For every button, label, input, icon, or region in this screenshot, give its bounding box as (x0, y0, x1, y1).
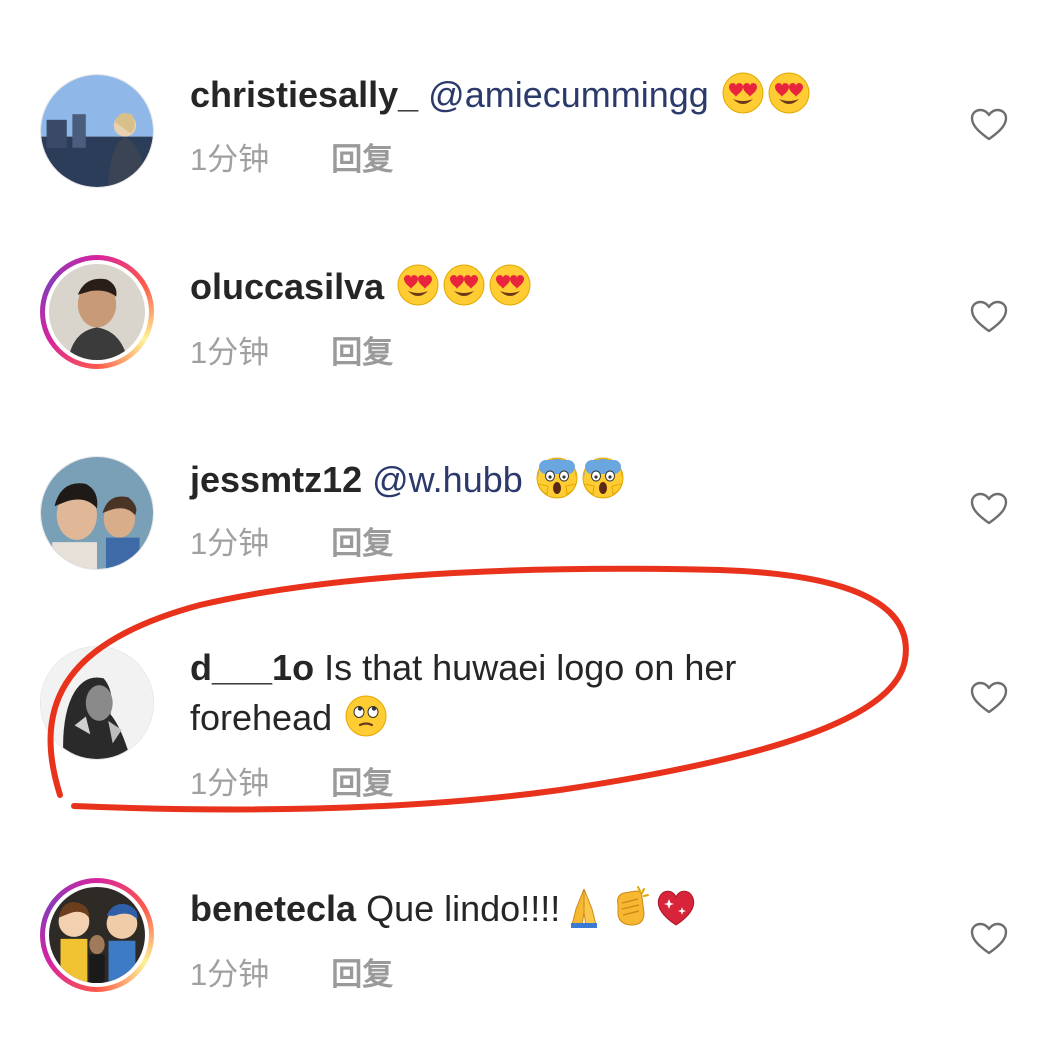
heart-eyes-emoji (442, 263, 486, 307)
clapping-hands-emoji (608, 885, 652, 929)
like-heart-icon[interactable] (970, 922, 1008, 956)
avatar-photo (49, 264, 145, 360)
reply-button[interactable]: 回复 (331, 142, 393, 177)
like-heart-icon[interactable] (970, 681, 1008, 715)
reply-button[interactable]: 回复 (331, 335, 393, 370)
avatar[interactable] (40, 878, 154, 992)
comment-username[interactable]: oluccasilva (190, 266, 384, 307)
comment-time: 1分钟 (190, 335, 270, 370)
heart-eyes-emoji (767, 71, 811, 115)
folded-hands-emoji (562, 885, 606, 929)
comment-meta: 1分钟 回复 (190, 524, 393, 564)
reply-button[interactable]: 回复 (331, 526, 393, 561)
comment-username[interactable]: benetecla (190, 888, 356, 929)
like-heart-icon[interactable] (970, 492, 1008, 526)
avatar-photo (41, 75, 153, 187)
comment-text: jessmtz12 @w.hubb (190, 455, 910, 505)
screaming-face-emoji (581, 456, 625, 500)
screaming-face-emoji (535, 456, 579, 500)
comment-meta: 1分钟 回复 (190, 764, 393, 804)
avatar[interactable] (40, 646, 154, 760)
avatar-photo (41, 647, 153, 759)
heart-eyes-emoji (396, 263, 440, 307)
heart-eyes-emoji (488, 263, 532, 307)
comment-text: christiesally_ @amiecummingg (190, 70, 910, 120)
comment-meta: 1分钟 回复 (190, 333, 393, 373)
avatar[interactable] (40, 74, 154, 188)
reply-button[interactable]: 回复 (331, 766, 393, 801)
comment-time: 1分钟 (190, 526, 270, 561)
avatar[interactable] (40, 255, 154, 369)
comment-time: 1分钟 (190, 957, 270, 992)
sparkling-heart-emoji (654, 885, 698, 929)
comment-username[interactable]: d___1o (190, 647, 314, 688)
comment-body: Que lindo!!!! (366, 888, 561, 929)
comment-username[interactable]: jessmtz12 (190, 459, 362, 500)
comment-meta: 1分钟 回复 (190, 955, 393, 995)
comment-username[interactable]: christiesally_ (190, 74, 418, 115)
like-heart-icon[interactable] (970, 300, 1008, 334)
avatar-photo (49, 887, 145, 983)
comment-text: benetecla Que lindo!!!! (190, 884, 910, 934)
mention-link[interactable]: @amiecummingg (428, 74, 709, 115)
comment-time: 1分钟 (190, 142, 270, 177)
avatar-photo (41, 457, 153, 569)
mention-link[interactable]: @w.hubb (372, 459, 523, 500)
avatar[interactable] (40, 456, 154, 570)
comment-text: d___1o Is that huwaei logo on her forehe… (190, 643, 870, 743)
comment-meta: 1分钟 回复 (190, 140, 393, 180)
comment-time: 1分钟 (190, 766, 270, 801)
reply-button[interactable]: 回复 (331, 957, 393, 992)
eye-roll-emoji (344, 694, 388, 738)
heart-eyes-emoji (721, 71, 765, 115)
like-heart-icon[interactable] (970, 108, 1008, 142)
comment-text: oluccasilva (190, 262, 910, 312)
